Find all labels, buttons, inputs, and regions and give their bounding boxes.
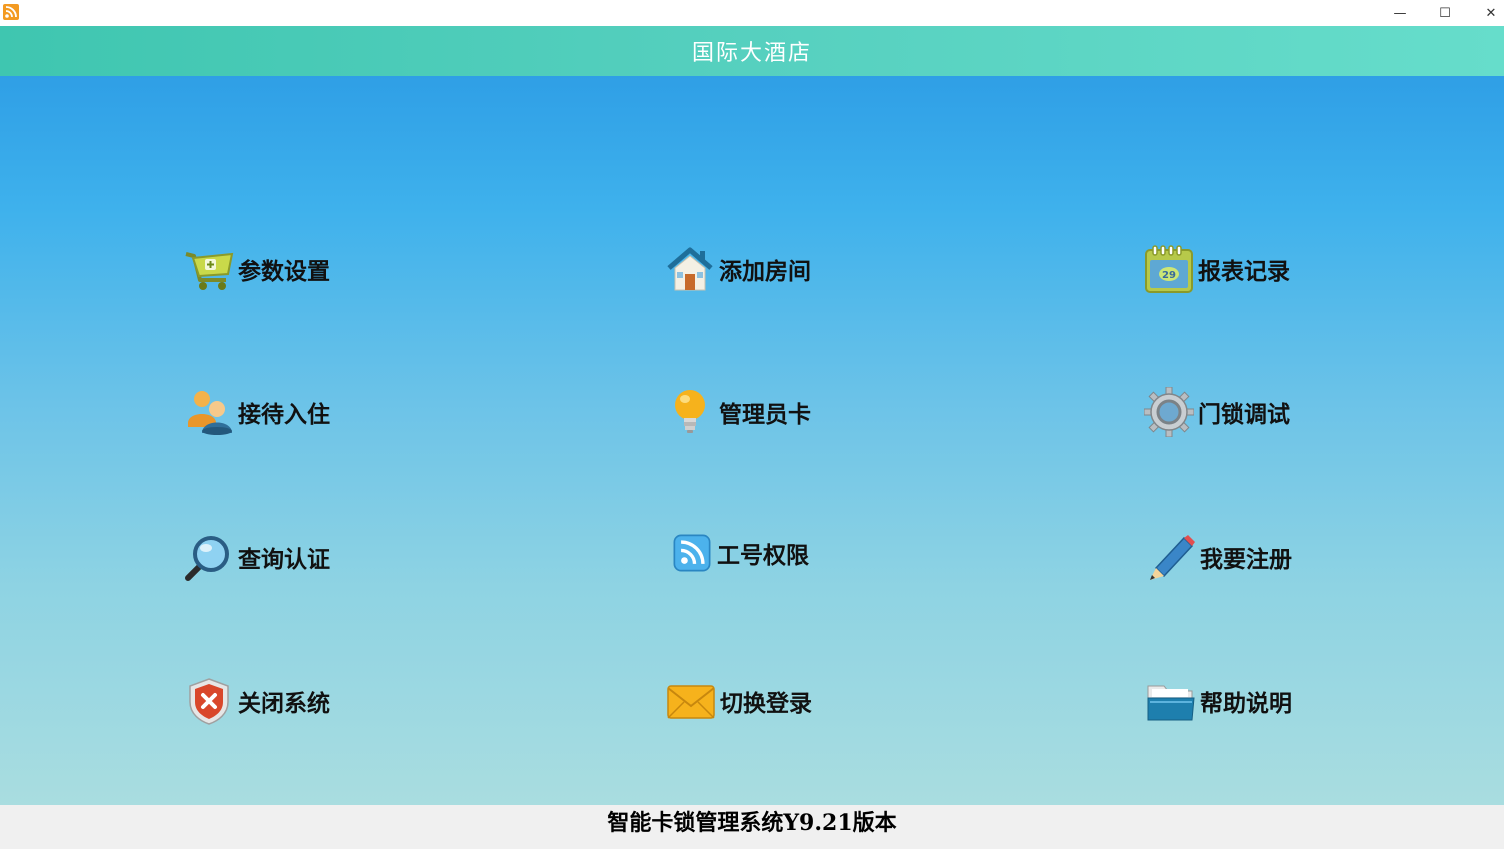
menu-item-label: 门锁调试 (1198, 401, 1290, 428)
menu-item-admin-card[interactable]: 管理员卡 (665, 387, 811, 437)
shield-close-icon (189, 678, 229, 725)
version-text: 智能卡锁管理系统Y9.21版本 (607, 810, 897, 836)
pencil-icon (1150, 535, 1195, 580)
menu-item-parameter-settings[interactable]: 参数设置 (184, 244, 330, 294)
gear-icon (1144, 387, 1194, 437)
rss-icon (673, 534, 711, 572)
svg-text:29: 29 (1162, 270, 1176, 281)
menu-item-switch-login[interactable]: 切换登录 (666, 676, 812, 726)
app-header: 国际大酒店 (0, 26, 1504, 76)
status-footer: 智能卡锁管理系统Y9.21版本 (0, 805, 1504, 849)
calendar-icon: 29 (1145, 245, 1193, 293)
menu-item-label: 查询认证 (238, 546, 330, 573)
menu-item-register[interactable]: 我要注册 (1146, 532, 1292, 582)
main-menu-area: 参数设置 添加房间 29 报表记录 接待入住 管理员卡 门锁调试 查询认证 工号… (0, 76, 1504, 805)
folder-icon (1147, 685, 1195, 721)
magnifier-icon (185, 536, 229, 581)
rss-app-icon (3, 4, 19, 20)
menu-item-label: 切换登录 (720, 690, 812, 717)
menu-item-label: 帮助说明 (1200, 690, 1292, 717)
window-titlebar: — ☐ ✕ (0, 0, 1504, 26)
menu-item-label: 工号权限 (717, 542, 809, 569)
envelope-icon (667, 685, 715, 719)
menu-item-add-room[interactable]: 添加房间 (665, 244, 811, 294)
shopping-cart-icon (185, 252, 234, 290)
minimize-button[interactable]: — (1377, 0, 1423, 26)
menu-item-staff-permissions[interactable]: 工号权限 (665, 532, 809, 574)
users-icon (188, 391, 232, 435)
menu-item-lock-debug[interactable]: 门锁调试 (1144, 387, 1290, 437)
menu-item-label: 参数设置 (238, 258, 330, 285)
menu-item-help[interactable]: 帮助说明 (1146, 676, 1292, 726)
house-icon (667, 247, 713, 291)
menu-item-label: 管理员卡 (719, 401, 811, 428)
hotel-title: 国际大酒店 (691, 41, 812, 66)
menu-item-label: 添加房间 (719, 258, 811, 285)
menu-item-label: 报表记录 (1198, 258, 1290, 285)
menu-item-label: 关闭系统 (238, 690, 330, 717)
close-window-button[interactable]: ✕ (1468, 0, 1504, 26)
lightbulb-icon (675, 390, 705, 433)
menu-item-report-records[interactable]: 29 报表记录 (1144, 244, 1290, 294)
menu-item-label: 我要注册 (1200, 546, 1292, 573)
menu-item-close-system[interactable]: 关闭系统 (184, 676, 330, 726)
menu-item-query-auth[interactable]: 查询认证 (184, 532, 330, 582)
maximize-button[interactable]: ☐ (1422, 0, 1468, 26)
menu-item-check-in[interactable]: 接待入住 (184, 387, 330, 437)
menu-item-label: 接待入住 (238, 401, 330, 428)
